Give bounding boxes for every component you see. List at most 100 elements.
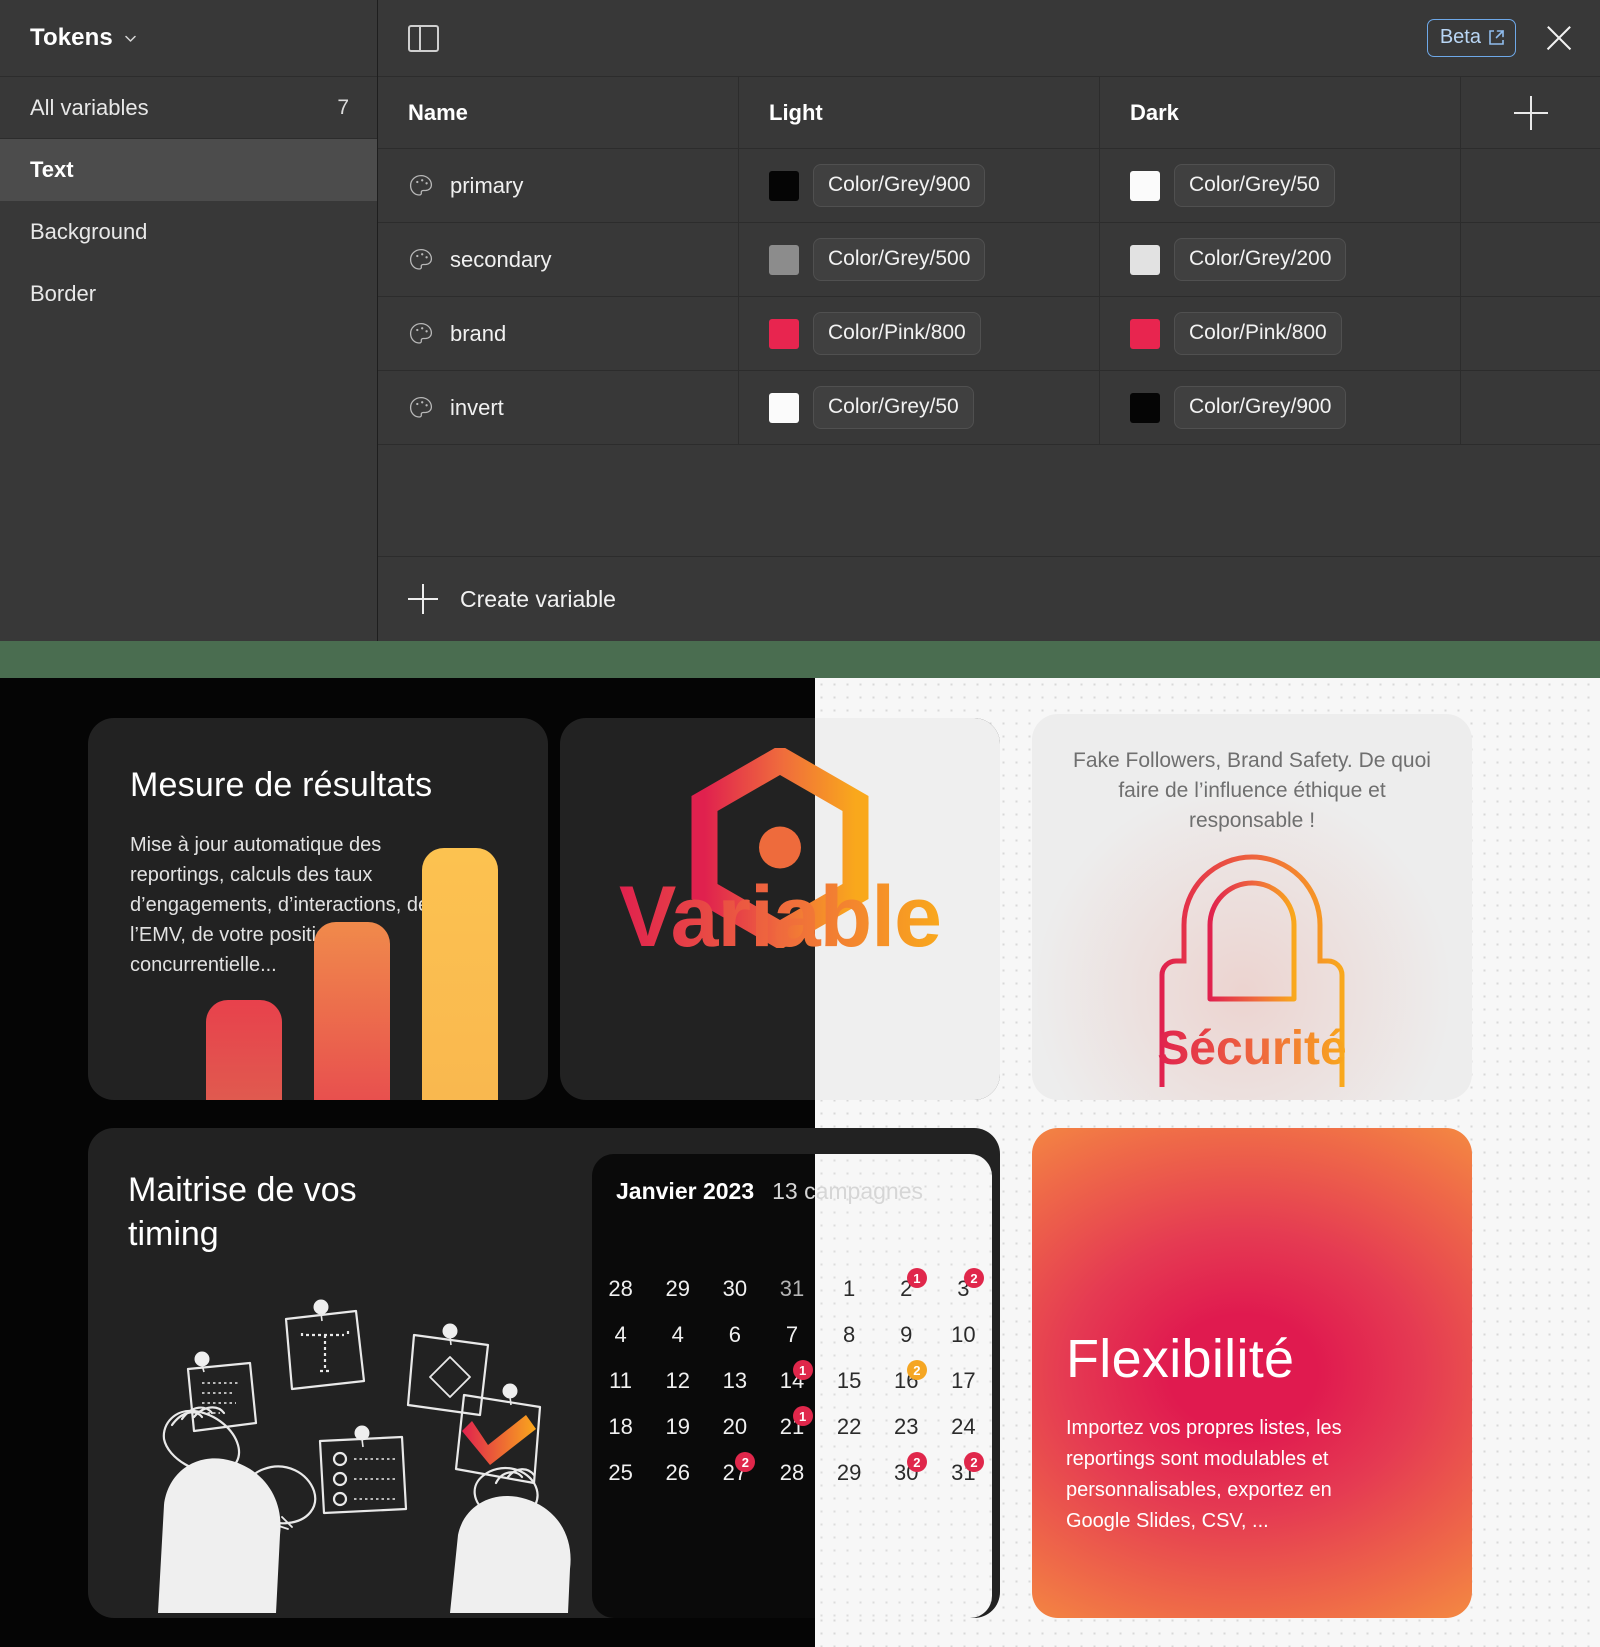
calendar-day-cell[interactable]: 4 bbox=[592, 1312, 649, 1358]
card-securite: Fake Followers, Brand Safety. De quoi fa… bbox=[1032, 714, 1472, 1100]
calendar-day-cell[interactable]: 21 1 bbox=[763, 1404, 820, 1450]
calendar-day-cell[interactable]: 10 bbox=[935, 1312, 992, 1358]
calendar-day-cell[interactable]: 24 bbox=[935, 1404, 992, 1450]
calendar-day-cell[interactable]: 12 bbox=[649, 1358, 706, 1404]
variable-dark-cell[interactable]: Color/Grey/200 bbox=[1100, 223, 1461, 296]
sidebar-item-background[interactable]: Background bbox=[0, 201, 377, 263]
calendar-day-cell[interactable]: 19 bbox=[649, 1404, 706, 1450]
card-title: Flexibilité bbox=[1066, 1329, 1295, 1389]
variable-light-cell[interactable]: Color/Pink/800 bbox=[739, 297, 1100, 370]
calendar-day-number: 13 bbox=[722, 1368, 748, 1393]
variable-name-cell[interactable]: invert bbox=[378, 371, 739, 444]
sidebar-item-text[interactable]: Text bbox=[0, 139, 377, 201]
calendar-day-cell[interactable]: 26 bbox=[649, 1450, 706, 1496]
calendar-day-cell[interactable]: 30 2 bbox=[878, 1450, 935, 1496]
table-row[interactable]: primary Color/Grey/900 Color/Grey/50 bbox=[378, 149, 1600, 223]
card-calendar: Janvier 2023 13 campagnes 28 29 30 31 1 2 1 3 2 4… bbox=[592, 1154, 992, 1618]
token-chip[interactable]: Color/Grey/50 bbox=[1174, 164, 1335, 207]
color-swatch bbox=[1130, 244, 1160, 275]
variable-light-cell[interactable]: Color/Grey/900 bbox=[739, 149, 1100, 222]
variable-name: brand bbox=[450, 320, 507, 346]
sidebar-panel-icon[interactable] bbox=[408, 24, 439, 52]
calendar-day-cell[interactable]: 20 bbox=[706, 1404, 763, 1450]
calendar-day-cell[interactable]: 18 bbox=[592, 1404, 649, 1450]
token-chip[interactable]: Color/Grey/900 bbox=[813, 164, 986, 207]
color-swatch bbox=[769, 244, 799, 275]
sidebar-item-border[interactable]: Border bbox=[0, 263, 377, 325]
calendar-day-number: 18 bbox=[608, 1414, 633, 1439]
calendar-day-cell[interactable]: 11 bbox=[592, 1358, 649, 1404]
variables-panel: Tokens All variables 7 Text Background B… bbox=[0, 0, 1600, 641]
calendar-day-cell[interactable]: 25 bbox=[592, 1450, 649, 1496]
variable-name-cell[interactable]: brand bbox=[378, 297, 739, 370]
calendar-day-cell[interactable]: 16 2 bbox=[878, 1358, 935, 1404]
calendar-day-cell[interactable]: 7 bbox=[763, 1312, 820, 1358]
add-mode-button[interactable] bbox=[1461, 77, 1600, 148]
variable-light-cell[interactable]: Color/Grey/500 bbox=[739, 223, 1100, 296]
calendar-day-number: 24 bbox=[951, 1414, 976, 1439]
table-row[interactable]: brand Color/Pink/800 Color/Pink/800 bbox=[378, 297, 1600, 371]
beta-badge[interactable]: Beta bbox=[1426, 19, 1516, 57]
chevron-down-icon bbox=[124, 32, 137, 45]
calendar-day-cell[interactable]: 28 bbox=[592, 1266, 649, 1312]
sidebar-item-all-variables[interactable]: All variables 7 bbox=[0, 77, 377, 139]
calendar-day-badge: 1 bbox=[792, 1406, 813, 1426]
calendar-day-number: 7 bbox=[785, 1322, 799, 1347]
variable-dark-cell[interactable]: Color/Pink/800 bbox=[1100, 297, 1461, 370]
variables-sidebar: Tokens All variables 7 Text Background B… bbox=[0, 0, 378, 641]
color-swatch bbox=[1130, 392, 1160, 423]
calendar-day-cell[interactable]: 30 bbox=[706, 1266, 763, 1312]
calendar-day-number: 12 bbox=[665, 1368, 690, 1393]
calendar-day-cell[interactable]: 32 bbox=[935, 1266, 992, 1312]
calendar-day-number: 29 bbox=[836, 1460, 862, 1485]
variable-dark-cell[interactable]: Color/Grey/900 bbox=[1100, 371, 1461, 444]
calendar-day-cell[interactable]: 27 2 bbox=[706, 1450, 763, 1496]
calendar-day-cell[interactable]: 21 bbox=[878, 1266, 935, 1312]
table-row[interactable]: secondary Color/Grey/500 Color/Grey/200 bbox=[378, 223, 1600, 297]
color-swatch bbox=[769, 318, 799, 349]
variable-name-cell[interactable]: secondary bbox=[378, 223, 739, 296]
calendar-day-cell[interactable]: 1 bbox=[821, 1266, 878, 1312]
calendar-day-cell[interactable]: 4 bbox=[649, 1312, 706, 1358]
calendar-day-number: 11 bbox=[609, 1368, 632, 1393]
calendar-day-number: 23 bbox=[894, 1414, 919, 1439]
variable-light-cell[interactable]: Color/Grey/50 bbox=[739, 371, 1100, 444]
calendar-day-cell[interactable]: 8 bbox=[821, 1312, 878, 1358]
calendar-day-cell[interactable]: 13 bbox=[706, 1358, 763, 1404]
calendar-day-cell[interactable]: 22 bbox=[821, 1404, 878, 1450]
variable-dark-cell[interactable]: Color/Grey/50 bbox=[1100, 149, 1461, 222]
token-chip[interactable]: Color/Grey/50 bbox=[813, 386, 974, 429]
color-swatch bbox=[769, 170, 799, 201]
calendar-day-cell[interactable]: 9 bbox=[878, 1312, 935, 1358]
calendar-day-cell[interactable]: 6 bbox=[706, 1312, 763, 1358]
close-icon[interactable] bbox=[1542, 21, 1576, 55]
calendar-day-cell[interactable]: 31 bbox=[763, 1266, 820, 1312]
token-chip[interactable]: Color/Grey/200 bbox=[1174, 238, 1347, 281]
calendar-campaign-count: 13 campagnes bbox=[772, 1178, 924, 1204]
svg-text:Sécurité: Sécurité bbox=[1157, 1022, 1346, 1075]
calendar-day-cell[interactable]: 15 bbox=[821, 1358, 878, 1404]
chart-bar bbox=[314, 922, 390, 1100]
calendar-day-cell[interactable]: 29 bbox=[649, 1266, 706, 1312]
token-chip[interactable]: Color/Grey/900 bbox=[1174, 386, 1347, 429]
table-row[interactable]: invert Color/Grey/50 Color/Grey/900 bbox=[378, 371, 1600, 445]
create-variable-button[interactable]: Create variable bbox=[378, 557, 1600, 641]
calendar-day-cell[interactable]: 28 bbox=[763, 1450, 820, 1496]
calendar-day-number: 1 bbox=[843, 1276, 856, 1301]
securite-heading: Sécurité bbox=[1157, 1022, 1346, 1075]
color-swatch bbox=[769, 392, 799, 423]
calendar-day-cell[interactable]: 23 bbox=[878, 1404, 935, 1450]
token-chip[interactable]: Color/Pink/800 bbox=[1174, 312, 1342, 355]
collection-selector[interactable]: Tokens bbox=[0, 0, 377, 77]
calendar-day-cell[interactable]: 17 bbox=[935, 1358, 992, 1404]
calendar-day-cell[interactable]: 31 2 bbox=[935, 1450, 992, 1496]
calendar-day-badge: 2 bbox=[906, 1452, 927, 1472]
calendar-day-cell[interactable]: 14 1 bbox=[763, 1358, 820, 1404]
calendar-day-number: 19 bbox=[665, 1414, 690, 1439]
variable-name-cell[interactable]: primary bbox=[378, 149, 739, 222]
calendar-day-cell[interactable]: 29 bbox=[821, 1450, 878, 1496]
sidebar-item-label: Border bbox=[30, 281, 97, 306]
token-chip[interactable]: Color/Grey/500 bbox=[813, 238, 986, 281]
token-chip[interactable]: Color/Pink/800 bbox=[813, 312, 981, 355]
palette-icon bbox=[409, 322, 433, 344]
